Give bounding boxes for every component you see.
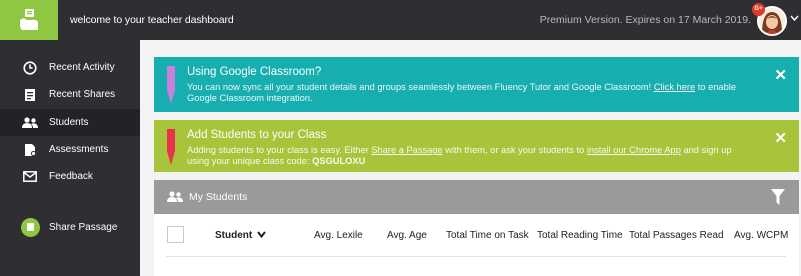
banner-text: You can now sync all your student detail… (187, 82, 654, 92)
close-icon[interactable]: ✕ (774, 129, 787, 147)
panel-title: My Students (189, 191, 248, 203)
google-plus-badge: G+ (752, 3, 765, 16)
column-header-student[interactable]: Student (215, 230, 266, 241)
class-code: QSGULOXU (312, 156, 366, 166)
column-label: Student (215, 230, 253, 241)
my-students-header: My Students (154, 180, 799, 214)
column-header-time-on-task[interactable]: Total Time on Task (446, 230, 529, 241)
hand-book-icon (20, 9, 38, 30)
share-passage-icon (21, 217, 40, 237)
divider (166, 256, 786, 257)
assessment-icon (22, 142, 38, 158)
sidebar-item-label: Recent Activity (49, 62, 115, 73)
banner-body: You can now sync all your student detail… (187, 82, 747, 104)
sidebar-item-recent-activity[interactable]: Recent Activity (0, 54, 140, 81)
premium-status: Premium Version. Expires on 17 March 201… (539, 14, 751, 26)
sidebar-item-label: Recent Shares (49, 89, 116, 100)
bookmark-flag-icon (167, 129, 175, 170)
install-chrome-app-link[interactable]: install our Chrome App (587, 145, 681, 155)
select-all-checkbox[interactable] (167, 226, 184, 243)
filter-icon[interactable] (771, 189, 785, 210)
chevron-down-icon (257, 231, 266, 239)
share-passage-label: Share Passage (49, 221, 118, 233)
app-logo[interactable] (0, 0, 58, 40)
sidebar-item-students[interactable]: Students (0, 109, 140, 136)
sidebar-item-assessments[interactable]: Assessments (0, 136, 140, 163)
column-header-passages-read[interactable]: Total Passages Read (629, 230, 724, 241)
mail-icon (22, 169, 38, 185)
sidebar-item-recent-shares[interactable]: Recent Shares (0, 81, 140, 108)
users-icon (22, 115, 38, 131)
clock-icon (22, 60, 38, 76)
banner-body: Adding students to your class is easy. E… (187, 145, 747, 167)
column-header-avg-age[interactable]: Avg. Age (387, 230, 427, 241)
sidebar: Recent Activity Recent Shares Students A… (0, 40, 140, 276)
bookmark-flag-icon (167, 66, 175, 109)
column-header-avg-lexile[interactable]: Avg. Lexile (314, 230, 363, 241)
chevron-down-icon[interactable] (790, 13, 799, 23)
users-icon (167, 190, 183, 208)
sidebar-item-feedback[interactable]: Feedback (0, 163, 140, 190)
sidebar-item-label: Feedback (49, 171, 93, 182)
column-header-avg-wcpm[interactable]: Avg. WCPM (734, 230, 788, 241)
sidebar-item-label: Assessments (49, 144, 109, 155)
top-bar: welcome to your teacher dashboard Premiu… (0, 0, 801, 40)
add-students-banner: Add Students to your Class Adding studen… (154, 120, 799, 172)
close-icon[interactable]: ✕ (774, 66, 787, 84)
banner-title: Add Students to your Class (187, 129, 327, 141)
welcome-text: welcome to your teacher dashboard (70, 14, 234, 26)
column-header-reading-time[interactable]: Total Reading Time (537, 230, 623, 241)
share-a-passage-link[interactable]: Share a Passage (371, 145, 442, 155)
click-here-link[interactable]: Click here (654, 82, 695, 92)
banner-text: with them, or ask your students to (442, 145, 587, 155)
share-doc-icon (22, 87, 38, 103)
share-passage-button[interactable]: Share Passage (0, 214, 140, 240)
banner-text: Adding students to your class is easy. E… (187, 145, 372, 155)
banner-title: Using Google Classroom? (187, 66, 322, 78)
google-classroom-banner: Using Google Classroom? You can now sync… (154, 57, 799, 112)
sidebar-item-label: Students (49, 117, 89, 128)
students-table: Student Avg. Lexile Avg. Age Total Time … (154, 214, 799, 276)
